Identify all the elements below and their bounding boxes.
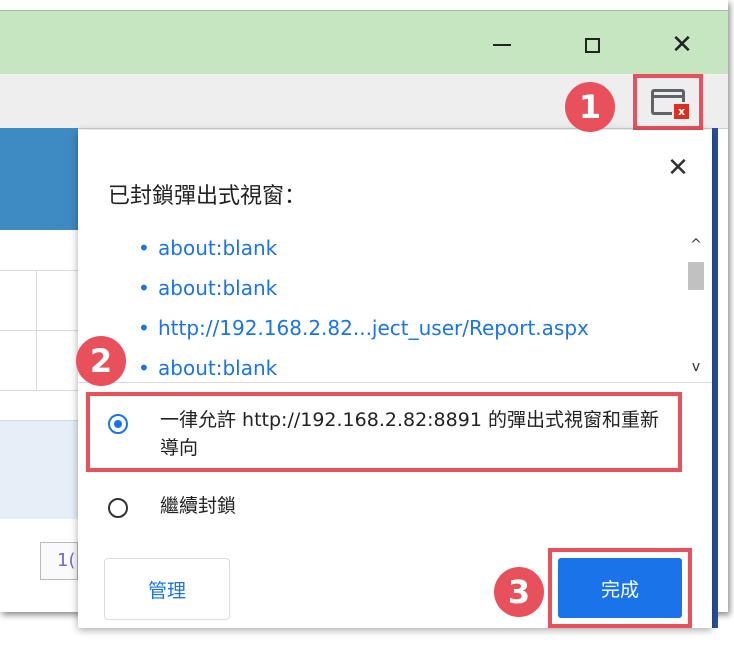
minimize-icon bbox=[493, 44, 511, 46]
blocked-url-list: about:blank about:blank http://192.168.2… bbox=[138, 228, 668, 378]
step-badge-1: 1 bbox=[565, 82, 615, 132]
done-button-highlight: 完成 bbox=[548, 548, 692, 628]
minimize-button[interactable] bbox=[482, 25, 522, 65]
dialog-title: 已封鎖彈出式視窗： bbox=[108, 184, 307, 209]
allow-option-label[interactable]: 一律允許 http://192.168.2.82:8891 的彈出式視窗和重新導… bbox=[160, 406, 670, 462]
step-badge-3: 3 bbox=[494, 567, 544, 617]
page-input-value: 1( bbox=[57, 550, 76, 571]
blocked-url-link[interactable]: about:blank bbox=[138, 348, 668, 378]
popup-blocked-button[interactable]: x bbox=[633, 74, 703, 130]
blocked-x-icon: x bbox=[672, 102, 691, 121]
screenshot-stage: ✕ x 1( ✕ 已封鎖彈出式視窗： about:blank about:bla… bbox=[0, 0, 734, 657]
blocked-url-link[interactable]: http://192.168.2.82...ject_user/Report.a… bbox=[138, 308, 668, 348]
page-header-band bbox=[0, 128, 78, 230]
scroll-thumb[interactable] bbox=[688, 262, 704, 290]
page-light-band bbox=[0, 420, 78, 519]
manage-button[interactable]: 管理 bbox=[104, 558, 230, 620]
blocked-url-link[interactable]: about:blank bbox=[138, 268, 668, 308]
popup-blocked-icon: x bbox=[651, 89, 691, 121]
title-bar: ✕ bbox=[0, 10, 728, 75]
blocked-popups-dialog: ✕ 已封鎖彈出式視窗： about:blank about:blank http… bbox=[78, 130, 712, 628]
allow-radio[interactable] bbox=[108, 414, 128, 434]
page-input-field[interactable]: 1( bbox=[40, 542, 78, 580]
browser-toolbar bbox=[0, 74, 728, 129]
url-list-scrollbar[interactable]: ^ v bbox=[682, 228, 710, 378]
scroll-down-icon[interactable]: v bbox=[682, 354, 710, 380]
divider bbox=[78, 382, 712, 383]
dialog-close-button[interactable]: ✕ bbox=[658, 148, 698, 188]
window-close-button[interactable]: ✕ bbox=[662, 25, 702, 65]
close-icon: ✕ bbox=[671, 30, 693, 60]
block-option-label[interactable]: 繼續封鎖 bbox=[160, 492, 236, 520]
maximize-icon bbox=[584, 37, 600, 53]
close-icon: ✕ bbox=[667, 153, 689, 183]
step-badge-2: 2 bbox=[76, 336, 126, 386]
block-radio[interactable] bbox=[108, 498, 128, 518]
page-right-edge bbox=[712, 128, 718, 628]
blocked-url-link[interactable]: about:blank bbox=[138, 228, 668, 268]
scroll-up-icon[interactable]: ^ bbox=[682, 232, 710, 258]
done-button[interactable]: 完成 bbox=[558, 558, 682, 618]
maximize-button[interactable] bbox=[572, 25, 612, 65]
